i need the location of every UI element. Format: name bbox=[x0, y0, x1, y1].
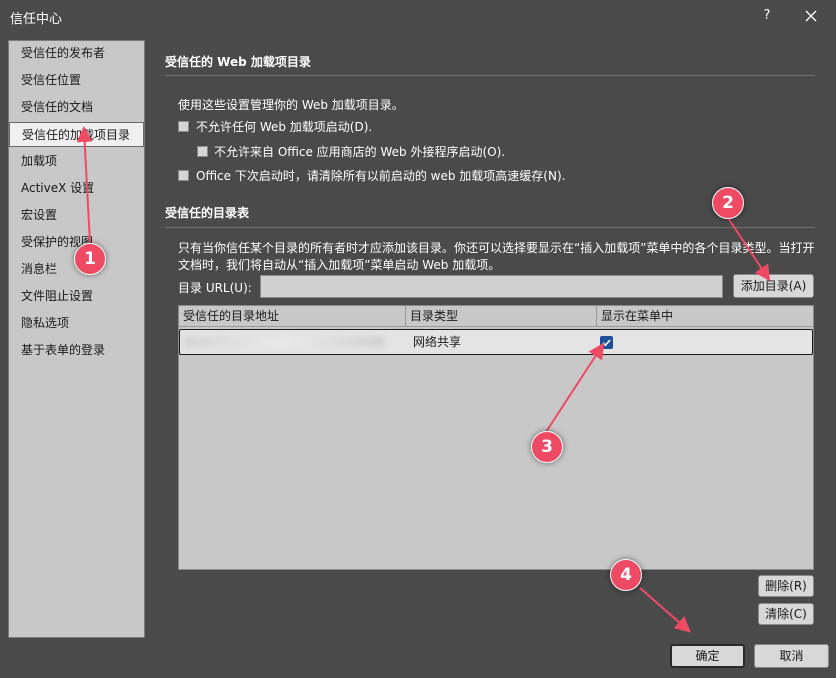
annotation-badge-2: 2 bbox=[712, 187, 744, 219]
annotation-badge-3: 3 bbox=[531, 431, 563, 463]
annotation-badge-1: 1 bbox=[74, 243, 106, 275]
annotation-arrows bbox=[76, 126, 771, 633]
arrow-4 bbox=[639, 587, 692, 633]
annotation-badge-4: 4 bbox=[610, 559, 642, 591]
arrow-3 bbox=[545, 342, 605, 433]
arrow-1 bbox=[76, 126, 93, 244]
arrow-2 bbox=[727, 217, 771, 282]
